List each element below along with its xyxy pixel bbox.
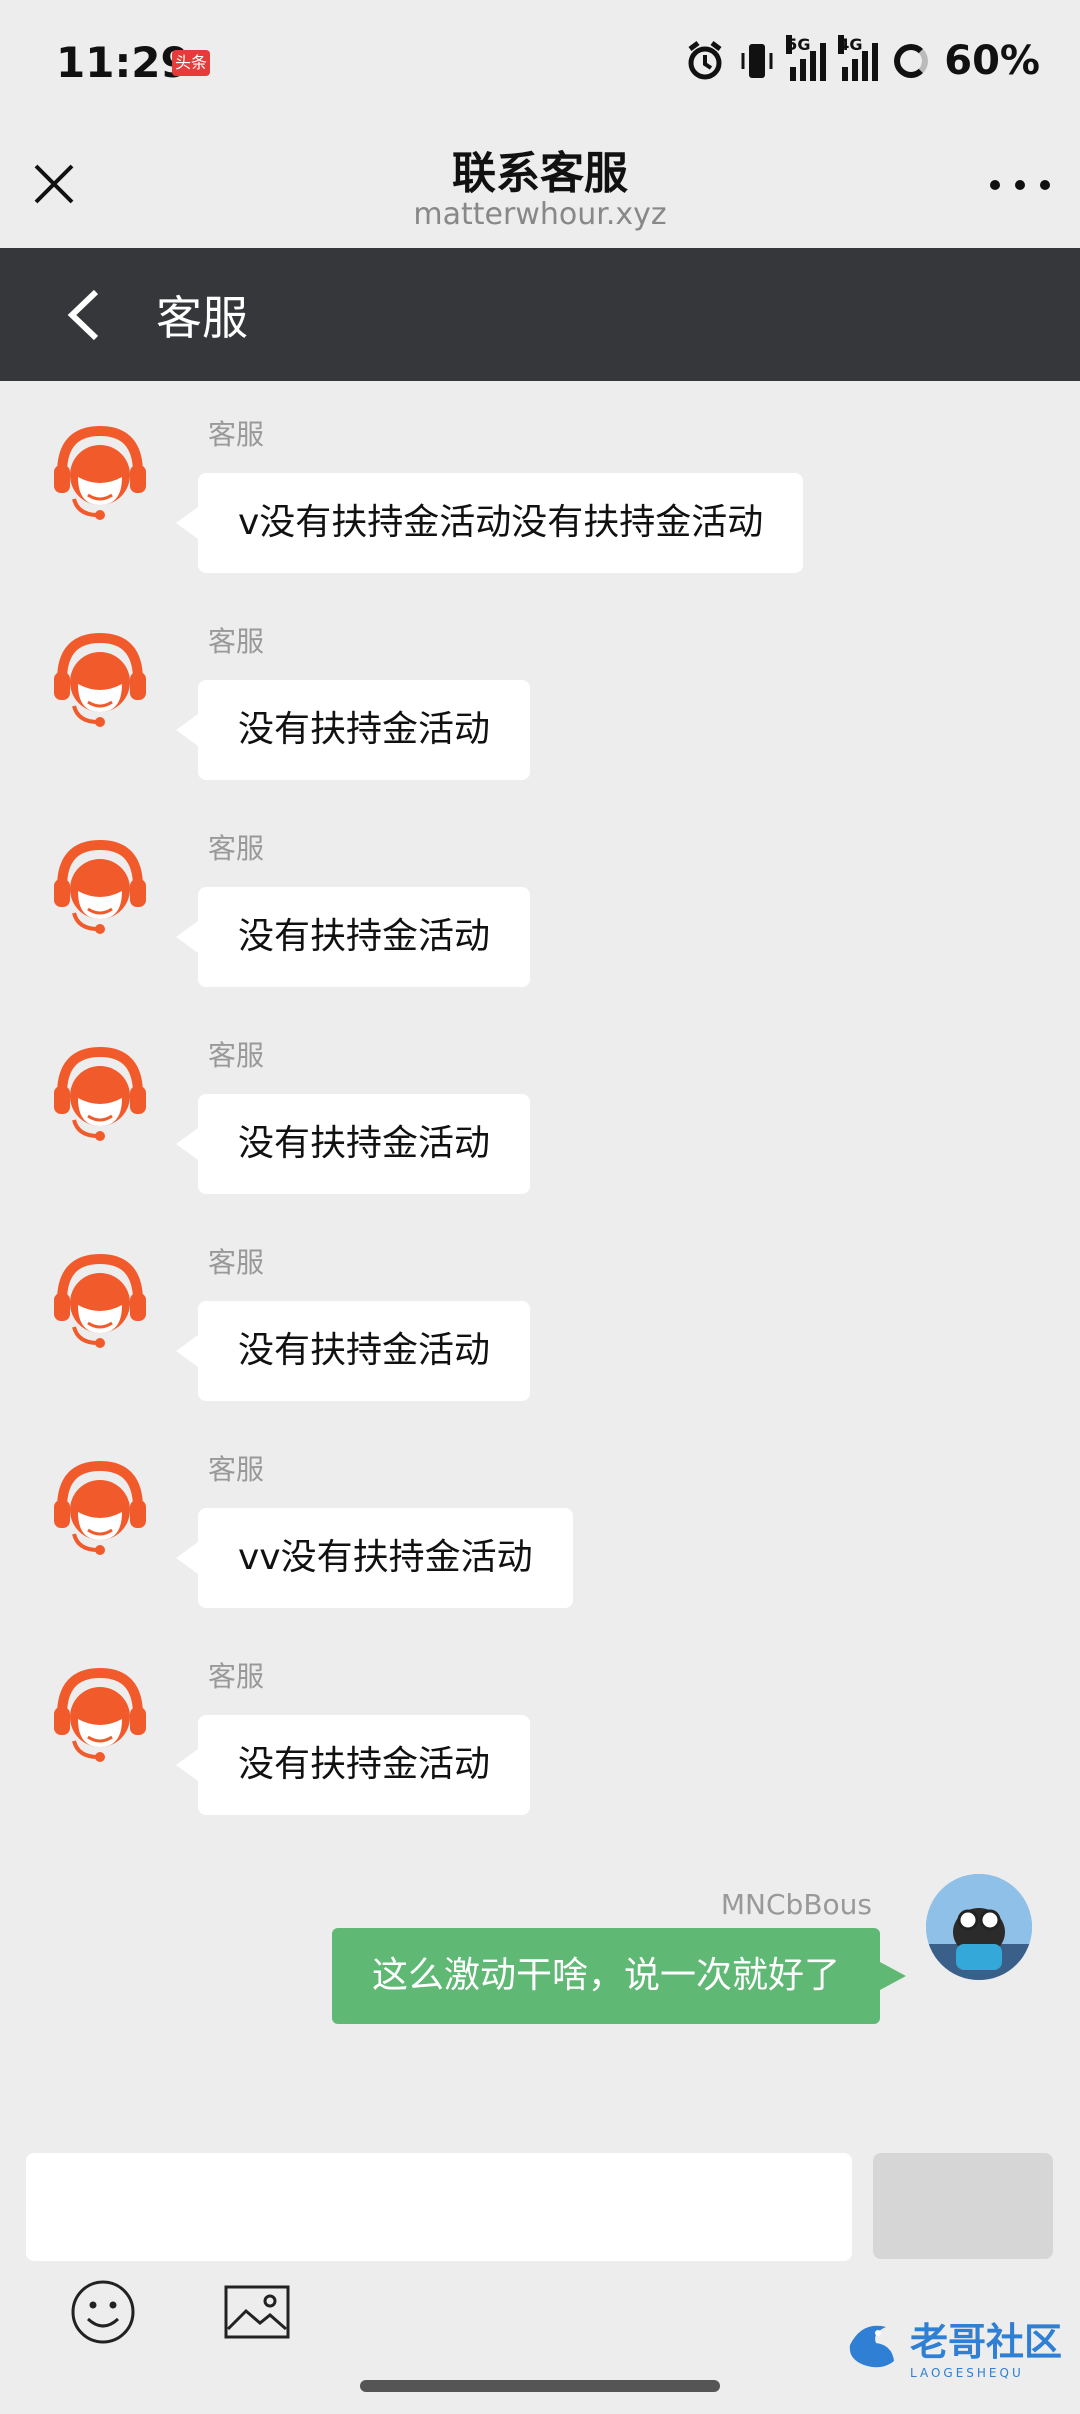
agent-avatar-icon[interactable] xyxy=(48,1454,152,1558)
alarm-icon xyxy=(688,41,722,80)
chat-title: 客服 xyxy=(156,291,248,345)
user-avatar[interactable] xyxy=(926,1874,1032,1980)
message-sender: 客服 xyxy=(208,418,265,451)
home-indicator[interactable] xyxy=(360,2380,720,2392)
agent-avatar-icon[interactable] xyxy=(48,1661,152,1765)
message-sender: 客服 xyxy=(208,625,265,658)
my-message-bubble[interactable]: 这么激动干啥，说一次就好了 xyxy=(331,1928,907,2024)
agent-avatar-icon[interactable] xyxy=(48,1040,152,1144)
watermark-sub: LAOGESHEQU xyxy=(910,2365,1024,2380)
message-sender: 客服 xyxy=(208,832,265,865)
my-sender-name: MNCbBous xyxy=(720,1888,872,1921)
app-badge: 头条 xyxy=(172,50,210,76)
input-bar xyxy=(0,2149,1080,2344)
chat-messages[interactable]: 没有扶持金活动客服v没有扶持金活动没有扶持金活动客服没有扶持金活动客服没有扶持金… xyxy=(0,381,1080,2149)
signal-4g-icon: 4G xyxy=(838,35,879,81)
message-bubble[interactable]: 没有扶持金活动 xyxy=(175,1301,531,1401)
message-bubble[interactable]: 没有扶持金活动 xyxy=(175,680,531,780)
chat-header: 客服 xyxy=(0,248,1080,381)
page-title: 联系客服 xyxy=(452,148,628,199)
status-bar: 11:29 头条 5G 4G 60% xyxy=(0,0,1080,125)
message-bubble[interactable]: 没有扶持金活动 xyxy=(175,887,531,987)
page-domain: matterwhour.xyz xyxy=(413,197,667,232)
agent-avatar-icon[interactable] xyxy=(48,419,152,523)
more-options-icon[interactable] xyxy=(990,175,1050,195)
network-5g-label: 5G xyxy=(786,35,811,54)
message-bubble[interactable]: vv没有扶持金活动 xyxy=(176,1508,573,1608)
message-bubble[interactable]: 没有扶持金活动 xyxy=(175,1094,531,1194)
vibrate-icon xyxy=(741,44,773,78)
message-sender: 客服 xyxy=(208,1453,265,1486)
message-bubble[interactable]: 没有扶持金活动 xyxy=(175,1715,531,1815)
message-bubble[interactable]: v没有扶持金活动没有扶持金活动 xyxy=(175,473,804,573)
agent-avatar-icon[interactable] xyxy=(48,1247,152,1351)
send-button[interactable] xyxy=(873,2153,1053,2259)
browser-title-bar: 联系客服 matterwhour.xyz xyxy=(0,125,1080,248)
agent-avatar-icon[interactable] xyxy=(48,626,152,730)
message-sender: 客服 xyxy=(208,1246,265,1279)
status-time: 11:29 xyxy=(56,38,190,87)
image-icon[interactable] xyxy=(224,2285,290,2339)
watermark-logo: 老哥社区 LAOGESHEQU xyxy=(842,2310,1062,2380)
status-icons: 5G 4G 60% xyxy=(686,35,1040,84)
message-sender: 客服 xyxy=(208,1039,265,1072)
back-icon[interactable] xyxy=(60,288,110,342)
emoji-icon[interactable] xyxy=(70,2279,136,2345)
dragon-logo-icon xyxy=(849,2325,894,2368)
signal-5g-icon: 5G xyxy=(786,35,827,81)
watermark-text: 老哥社区 xyxy=(910,2319,1063,2364)
battery-icon xyxy=(894,44,929,78)
message-input[interactable] xyxy=(26,2153,852,2261)
network-4g-label: 4G xyxy=(838,35,863,54)
message-sender: 客服 xyxy=(208,1660,265,1693)
agent-avatar-icon[interactable] xyxy=(48,833,152,937)
battery-percent: 60% xyxy=(944,38,1040,84)
